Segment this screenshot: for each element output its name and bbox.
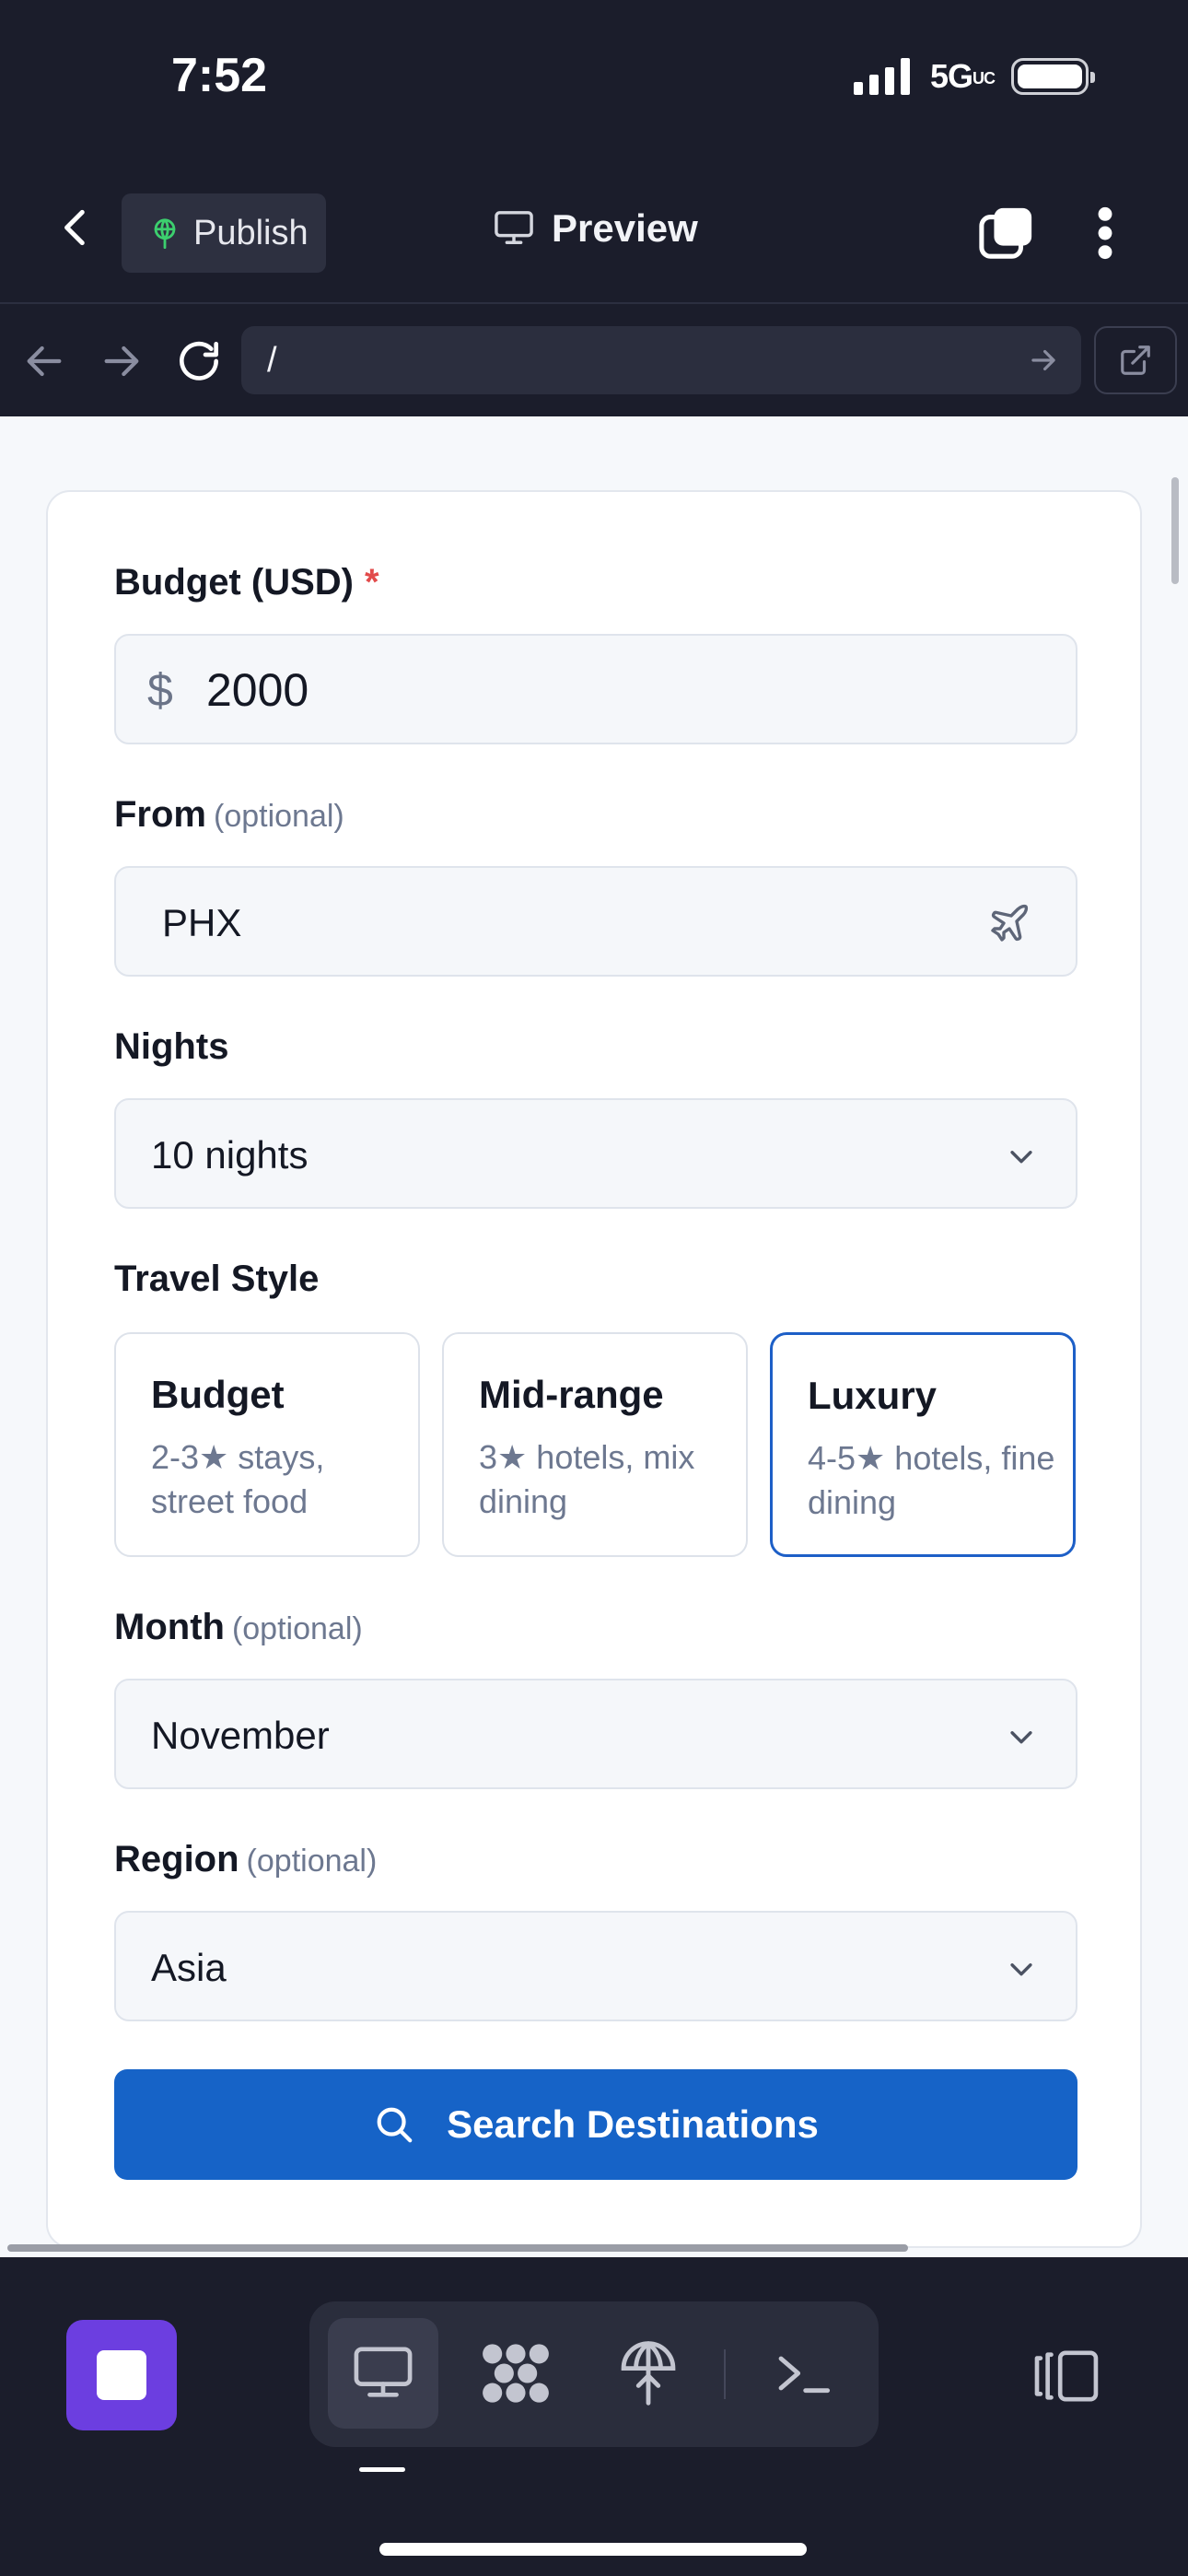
- preview-tab[interactable]: Preview: [493, 206, 698, 251]
- stop-button[interactable]: [66, 2320, 177, 2430]
- external-link-icon: [1121, 345, 1150, 375]
- status-indicators: 5GUC: [853, 57, 1095, 96]
- budget-label: Budget (USD) *: [114, 562, 379, 603]
- budget-input[interactable]: $ 2000: [114, 634, 1077, 744]
- search-icon: [377, 2107, 413, 2143]
- chevron-down-icon: [1010, 1151, 1032, 1164]
- tool-terminal[interactable]: [748, 2318, 858, 2429]
- travel-style-label: Travel Style: [114, 1259, 320, 1299]
- chevron-left-icon[interactable]: [53, 205, 99, 251]
- region-value: Asia: [151, 1946, 227, 1989]
- preview-content[interactable]: Budget (USD) * $ 2000 From (optional) PHX …: [0, 416, 1188, 2257]
- from-label: From (optional): [114, 794, 344, 835]
- budget-value: 2000: [206, 664, 309, 716]
- preview-label: Preview: [552, 206, 698, 250]
- publish-label: Publish: [193, 213, 309, 252]
- arrow-right-icon[interactable]: [1026, 343, 1061, 378]
- bottom-toolbar: [0, 2257, 1188, 2576]
- more-vertical-icon[interactable]: [1091, 205, 1119, 262]
- currency-symbol: $: [147, 664, 173, 716]
- tool-preview[interactable]: [328, 2318, 438, 2429]
- style-option-desc: 4-5★ hotels, fine dining: [808, 1439, 1055, 1521]
- integrations-icon: [483, 2344, 549, 2403]
- tabs-icon[interactable]: [978, 205, 1035, 262]
- from-input[interactable]: PHX: [114, 866, 1077, 977]
- home-indicator[interactable]: [379, 2543, 807, 2556]
- nights-value: 10 nights: [151, 1133, 309, 1177]
- style-option-desc: 2-3★ stays, street food: [151, 1438, 325, 1520]
- search-destinations-button[interactable]: Search Destinations: [114, 2069, 1077, 2180]
- search-button-label: Search Destinations: [447, 2102, 819, 2146]
- status-time: 7:52: [171, 49, 268, 102]
- url-text: /: [267, 341, 277, 380]
- style-option-title: Luxury: [808, 1374, 938, 1417]
- month-value: November: [151, 1714, 330, 1757]
- arrow-left-icon[interactable]: [18, 335, 70, 387]
- nights-label: Nights: [114, 1026, 229, 1067]
- open-external-button[interactable]: [1094, 326, 1177, 394]
- vertical-scrollbar[interactable]: [1171, 477, 1179, 584]
- style-option-budget[interactable]: Budget 2-3★ stays, street food: [114, 1332, 420, 1557]
- monitor-icon: [495, 211, 533, 244]
- browser-bar: /: [0, 306, 1188, 416]
- signal-icon: [853, 58, 910, 95]
- terminal-icon: [778, 2356, 831, 2394]
- tool-group: [309, 2301, 879, 2447]
- battery-icon: [1011, 58, 1095, 95]
- search-form-card: Budget (USD) * $ 2000 From (optional) PHX …: [46, 490, 1142, 2248]
- tool-integrations[interactable]: [460, 2318, 571, 2429]
- style-option-desc: 3★ hotels, mix dining: [479, 1438, 695, 1520]
- style-option-title: Mid-range: [479, 1373, 664, 1416]
- publish-button[interactable]: Publish: [122, 193, 326, 273]
- network-type: 5GUC: [929, 57, 996, 95]
- horizontal-scrollbar[interactable]: [7, 2244, 908, 2252]
- active-tool-indicator: [359, 2467, 405, 2472]
- url-input[interactable]: /: [241, 326, 1081, 394]
- deploy-icon: [621, 2341, 676, 2406]
- arrow-right-icon[interactable]: [96, 335, 147, 387]
- region-label: Region (optional): [114, 1839, 378, 1879]
- month-select[interactable]: November: [114, 1679, 1077, 1789]
- toolbar-divider: [724, 2349, 726, 2399]
- month-label: Month (optional): [114, 1607, 363, 1647]
- from-value: PHX: [162, 901, 242, 944]
- globe-sprout-icon: [154, 218, 176, 249]
- style-option-luxury[interactable]: Luxury 4-5★ hotels, fine dining: [770, 1332, 1076, 1557]
- chevron-down-icon: [1010, 1731, 1032, 1744]
- reload-icon[interactable]: [173, 335, 225, 387]
- nights-select[interactable]: 10 nights: [114, 1098, 1077, 1209]
- stop-icon: [97, 2350, 146, 2400]
- tool-deploy[interactable]: [593, 2318, 704, 2429]
- style-option-mid-range[interactable]: Mid-range 3★ hotels, mix dining: [442, 1332, 748, 1557]
- split-view-icon[interactable]: [1030, 2348, 1101, 2405]
- chevron-down-icon: [1010, 1963, 1032, 1976]
- plane-icon: [991, 904, 1029, 942]
- style-option-title: Budget: [151, 1373, 285, 1416]
- monitor-icon: [354, 2347, 413, 2397]
- app-header: Publish Preview: [0, 157, 1188, 304]
- status-bar: 7:52 5GUC: [0, 0, 1188, 157]
- region-select[interactable]: Asia: [114, 1911, 1077, 2021]
